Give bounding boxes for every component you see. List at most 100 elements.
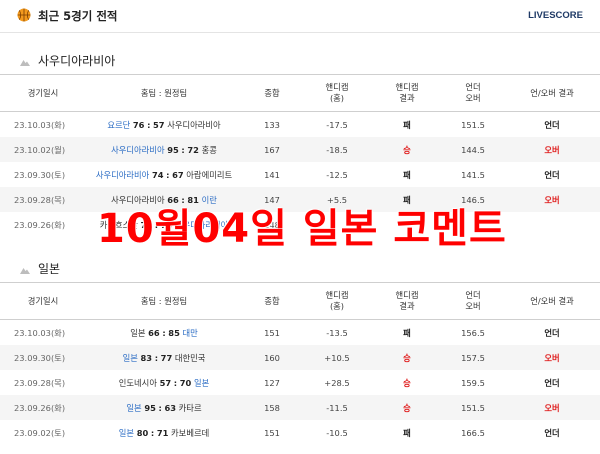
table-row: 23.10.03(화) 요르단 76 : 57 사우디아라비아 133 -17.5 패 1… — [0, 112, 600, 138]
match-date: 23.09.02(토) — [14, 427, 66, 438]
handicap-result: 승 — [372, 137, 442, 162]
home-team[interactable]: 일본 — [119, 428, 134, 438]
column-header-text: 오버 — [465, 93, 481, 103]
table-row: 23.10.03(화) 일본 66 : 85 대만 151 -13.5 패 156.5 언더 — [0, 320, 600, 346]
home-team[interactable]: 인도네시아 — [119, 378, 157, 388]
away-score: 70 — [179, 377, 192, 388]
match-date: 23.10.03(화) — [14, 327, 66, 338]
mountain-icon — [20, 59, 30, 66]
match-teams[interactable]: 사우디아라비아 95 : 72 홍콩 — [86, 137, 242, 162]
handicap-line: -12.5 — [326, 169, 348, 180]
column-header-text: 언더 — [465, 290, 481, 300]
score-separator: : — [166, 169, 170, 180]
over-under-line: 144.5 — [442, 137, 504, 162]
total-score: 160 — [242, 345, 302, 370]
total-score: 141 — [264, 169, 280, 180]
column-header-text: 핸디캡 — [395, 290, 419, 300]
column-header: 종합 — [242, 282, 302, 320]
away-score: 72 — [187, 144, 199, 155]
home-team[interactable]: 일본 — [123, 353, 138, 363]
away-score: 63 — [164, 402, 177, 413]
home-score: 95 — [167, 144, 179, 155]
away-team[interactable]: 카보베르데 — [171, 428, 209, 438]
match-date: 23.09.28(목) — [0, 187, 86, 212]
home-team[interactable]: 사우디아라비아 — [96, 170, 149, 180]
home-team[interactable]: 일본 — [130, 328, 145, 338]
home-score: 74 — [151, 169, 164, 180]
handicap-line: +28.5 — [324, 377, 350, 388]
column-header-text: 언/오버 결과 — [530, 295, 574, 306]
table-header-row: 경기일시 홈팀 : 원정팀 종합 핸디캡 (홈) 핸디캡 결과 언더 오버 언/오버 결과 — [0, 74, 600, 112]
basketball-icon — [17, 8, 31, 22]
handicap-result: 패 — [403, 327, 411, 338]
livescore-link[interactable]: LIVESCORE — [528, 10, 583, 21]
score-separator: : — [147, 119, 151, 130]
column-header-text: 결과 — [399, 301, 415, 311]
total-score: 127 — [264, 377, 280, 388]
handicap-result: 패 — [403, 119, 411, 130]
match-date: 23.09.28(목) — [14, 377, 66, 388]
away-team[interactable]: 사우디아라비아 — [167, 120, 220, 130]
handicap-result: 승 — [372, 395, 442, 420]
handicap-line: -17.5 — [326, 119, 348, 130]
column-header-text: (홈) — [329, 93, 345, 103]
over-under-line: 151.5 — [461, 119, 485, 130]
handicap-result: 패 — [403, 427, 411, 438]
away-team[interactable]: 카타르 — [179, 403, 202, 413]
match-teams[interactable]: 사우디아라비아 74 : 67 아랍에미리트 — [86, 162, 242, 187]
match-teams[interactable]: 요르단 76 : 57 사우디아라비아 — [86, 112, 242, 138]
column-header: 핸디캡 결과 — [372, 282, 442, 320]
over-under-line: 157.5 — [442, 345, 504, 370]
home-team[interactable]: 사우디아라비아 — [111, 145, 164, 155]
home-score: 57 — [159, 377, 172, 388]
table-row: 23.09.02(토) 일본 80 : 71 카보베르데 151 -10.5 패 166.… — [0, 420, 600, 445]
away-team[interactable]: 일본 — [194, 378, 209, 388]
away-team[interactable]: 홍콩 — [202, 145, 217, 155]
handicap-result: 승 — [372, 345, 442, 370]
mountain-icon — [20, 267, 30, 274]
column-header-text: 종합 — [264, 295, 280, 306]
home-team[interactable]: 요르단 — [107, 120, 130, 130]
away-team[interactable]: 아랍에미리트 — [186, 170, 232, 180]
total-score: 133 — [264, 119, 280, 130]
column-header: 경기일시 — [0, 282, 86, 320]
match-teams[interactable]: 인도네시아 57 : 70 일본 — [86, 370, 242, 395]
away-team[interactable]: 대만 — [182, 328, 197, 338]
home-score: 80 — [136, 427, 149, 438]
table-row: 23.09.28(목) 인도네시아 57 : 70 일본 127 +28.5 승 159.… — [0, 370, 600, 395]
column-header: 핸디캡 (홈) — [302, 74, 372, 112]
table-header-row: 경기일시 홈팀 : 원정팀 종합 핸디캡 (홈) 핸디캡 결과 언더 오버 언/오버 결과 — [0, 282, 600, 320]
away-score: 85 — [168, 327, 180, 338]
over-under-result — [504, 212, 600, 237]
over-under-result: 언더 — [544, 169, 560, 180]
away-score: 71 — [156, 427, 169, 438]
score-separator: : — [162, 327, 166, 338]
column-header-text: 핸디캡 — [325, 290, 349, 300]
home-score: 83 — [140, 352, 153, 363]
home-team[interactable]: 일본 — [126, 403, 141, 413]
match-teams[interactable]: 일본 83 : 77 대한민국 — [86, 345, 242, 370]
over-under-line: 166.5 — [461, 427, 485, 438]
home-score: 66 — [148, 327, 160, 338]
match-teams[interactable]: 일본 80 : 71 카보베르데 — [86, 420, 242, 445]
away-score: 67 — [172, 169, 184, 180]
score-separator: : — [150, 427, 155, 438]
match-date: 23.10.03(화) — [14, 119, 66, 130]
over-under-result: 언더 — [544, 327, 560, 338]
column-header-text: 핸디캡 — [395, 82, 419, 92]
table-row: 23.10.02(월) 사우디아라비아 95 : 72 홍콩 167 -18.5 승 14… — [0, 137, 600, 162]
score-separator: : — [154, 352, 159, 363]
total-score: 158 — [242, 395, 302, 420]
total-score: 151 — [264, 327, 280, 338]
home-score: 95 — [144, 402, 156, 413]
match-teams[interactable]: 일본 66 : 85 대만 — [86, 320, 242, 346]
column-header: 종합 — [242, 74, 302, 112]
over-under-line: 156.5 — [461, 327, 485, 338]
handicap-result: 패 — [403, 169, 411, 180]
over-under-result: 오버 — [504, 187, 600, 212]
team-b-results-table: 경기일시 홈팀 : 원정팀 종합 핸디캡 (홈) 핸디캡 결과 언더 오버 언/오버 결과 23.1… — [0, 282, 600, 445]
match-teams[interactable]: 일본 95 : 63 카타르 — [86, 395, 242, 420]
away-team[interactable]: 대한민국 — [175, 353, 206, 363]
handicap-line: -13.5 — [326, 327, 348, 338]
column-header-text: 결과 — [399, 93, 415, 103]
